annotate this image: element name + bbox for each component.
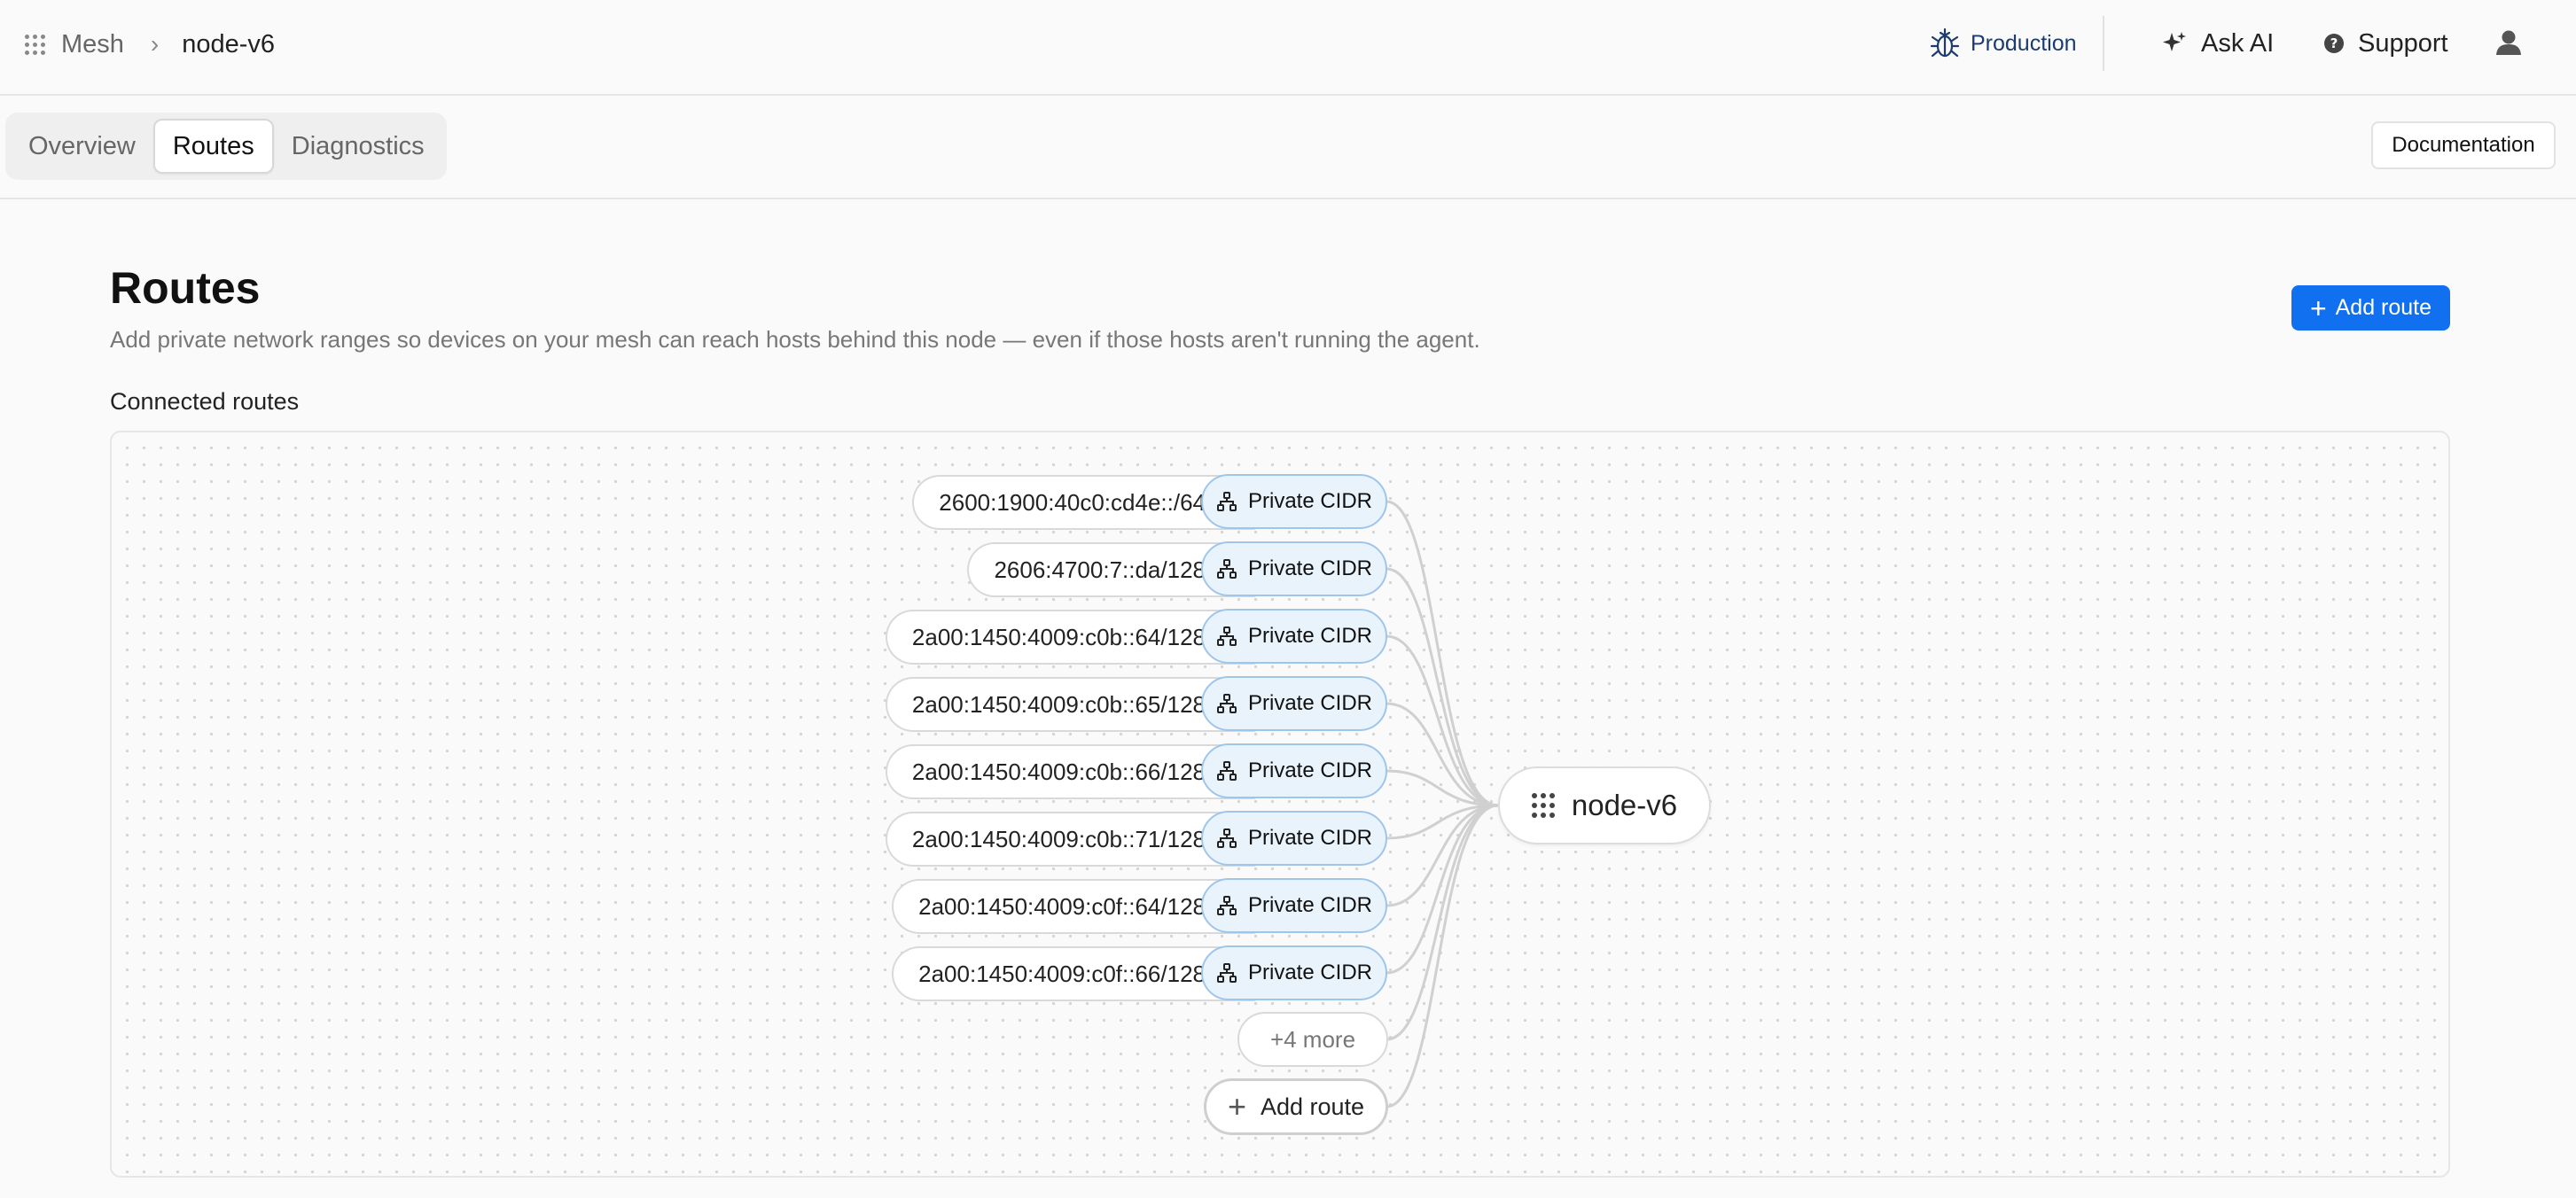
more-routes-button[interactable]: +4 more — [1237, 1012, 1388, 1067]
route-link — [1386, 634, 1499, 807]
network-icon — [1216, 626, 1237, 646]
route-cidr-pill[interactable]: 2a00:1450:4009:c0b::64/128 — [885, 610, 1255, 665]
route-cidr-value: 2a00:1450:4009:c0b::65/128 — [911, 690, 1206, 718]
node-v6-node[interactable]: node-v6 — [1498, 766, 1711, 844]
private-cidr-badge[interactable]: Private CIDR — [1201, 878, 1387, 933]
graph-add-route-button[interactable]: + Add route — [1204, 1078, 1388, 1135]
node-grid-icon — [1531, 793, 1555, 818]
network-icon — [1216, 694, 1237, 713]
private-cidr-label: Private CIDR — [1247, 758, 1373, 782]
private-cidr-badge[interactable]: Private CIDR — [1201, 676, 1387, 731]
private-cidr-badge[interactable]: Private CIDR — [1201, 474, 1387, 529]
route-link — [1386, 804, 1499, 975]
route-cidr-value: 2a00:1450:4009:c0b::66/128 — [911, 758, 1206, 785]
private-cidr-badge[interactable]: Private CIDR — [1201, 945, 1387, 1000]
route-cidr-value: 2606:4700:7::da/128 — [994, 556, 1206, 583]
route-link — [1386, 567, 1499, 807]
route-row[interactable]: 2600:1900:40c0:cd4e::/64 — [912, 474, 1255, 531]
route-row[interactable]: 2a00:1450:4009:c0f::66/128 — [892, 945, 1255, 1002]
route-cidr-pill[interactable]: 2a00:1450:4009:c0b::71/128 — [885, 812, 1255, 867]
private-cidr-badge[interactable]: Private CIDR — [1201, 541, 1387, 596]
network-icon — [1216, 761, 1237, 781]
route-cidr-value: 2600:1900:40c0:cd4e::/64 — [939, 488, 1206, 516]
route-row[interactable]: 2a00:1450:4009:c0b::65/128 — [885, 676, 1255, 733]
route-row[interactable]: 2a00:1450:4009:c0b::71/128 — [885, 811, 1255, 867]
private-cidr-label: Private CIDR — [1247, 489, 1373, 513]
route-row[interactable]: 2a00:1450:4009:c0f::64/128 — [892, 878, 1255, 935]
private-cidr-badge[interactable]: Private CIDR — [1201, 609, 1387, 664]
network-icon — [1216, 828, 1237, 848]
private-cidr-badge[interactable]: Private CIDR — [1201, 743, 1387, 798]
node-label: node-v6 — [1571, 789, 1678, 821]
private-cidr-label: Private CIDR — [1247, 961, 1373, 984]
private-cidr-label: Private CIDR — [1247, 691, 1373, 715]
route-cidr-value: 2a00:1450:4009:c0b::64/128 — [911, 623, 1206, 650]
network-icon — [1216, 963, 1237, 983]
route-cidr-value: 2a00:1450:4009:c0f::64/128 — [918, 892, 1206, 920]
route-row[interactable]: 2606:4700:7::da/128 — [967, 541, 1255, 598]
private-cidr-badge[interactable]: Private CIDR — [1201, 811, 1387, 866]
route-link — [1386, 804, 1499, 1041]
network-icon — [1216, 896, 1237, 915]
private-cidr-label: Private CIDR — [1247, 893, 1373, 917]
route-cidr-value: 2a00:1450:4009:c0f::66/128 — [918, 960, 1206, 987]
route-row[interactable]: 2a00:1450:4009:c0b::66/128 — [885, 743, 1255, 800]
private-cidr-label: Private CIDR — [1247, 556, 1373, 580]
route-cidr-value: 2a00:1450:4009:c0b::71/128 — [911, 825, 1206, 852]
plus-icon: + — [1227, 1088, 1246, 1124]
private-cidr-label: Private CIDR — [1247, 624, 1373, 648]
route-cidr-pill[interactable]: 2a00:1450:4009:c0b::65/128 — [885, 677, 1255, 732]
network-icon — [1216, 559, 1237, 579]
graph-add-route-label: Add route — [1260, 1093, 1365, 1120]
network-icon — [1216, 492, 1237, 511]
route-row[interactable]: 2a00:1450:4009:c0b::64/128 — [885, 609, 1255, 665]
route-cidr-pill[interactable]: 2a00:1450:4009:c0b::66/128 — [885, 744, 1255, 799]
private-cidr-label: Private CIDR — [1247, 826, 1373, 850]
